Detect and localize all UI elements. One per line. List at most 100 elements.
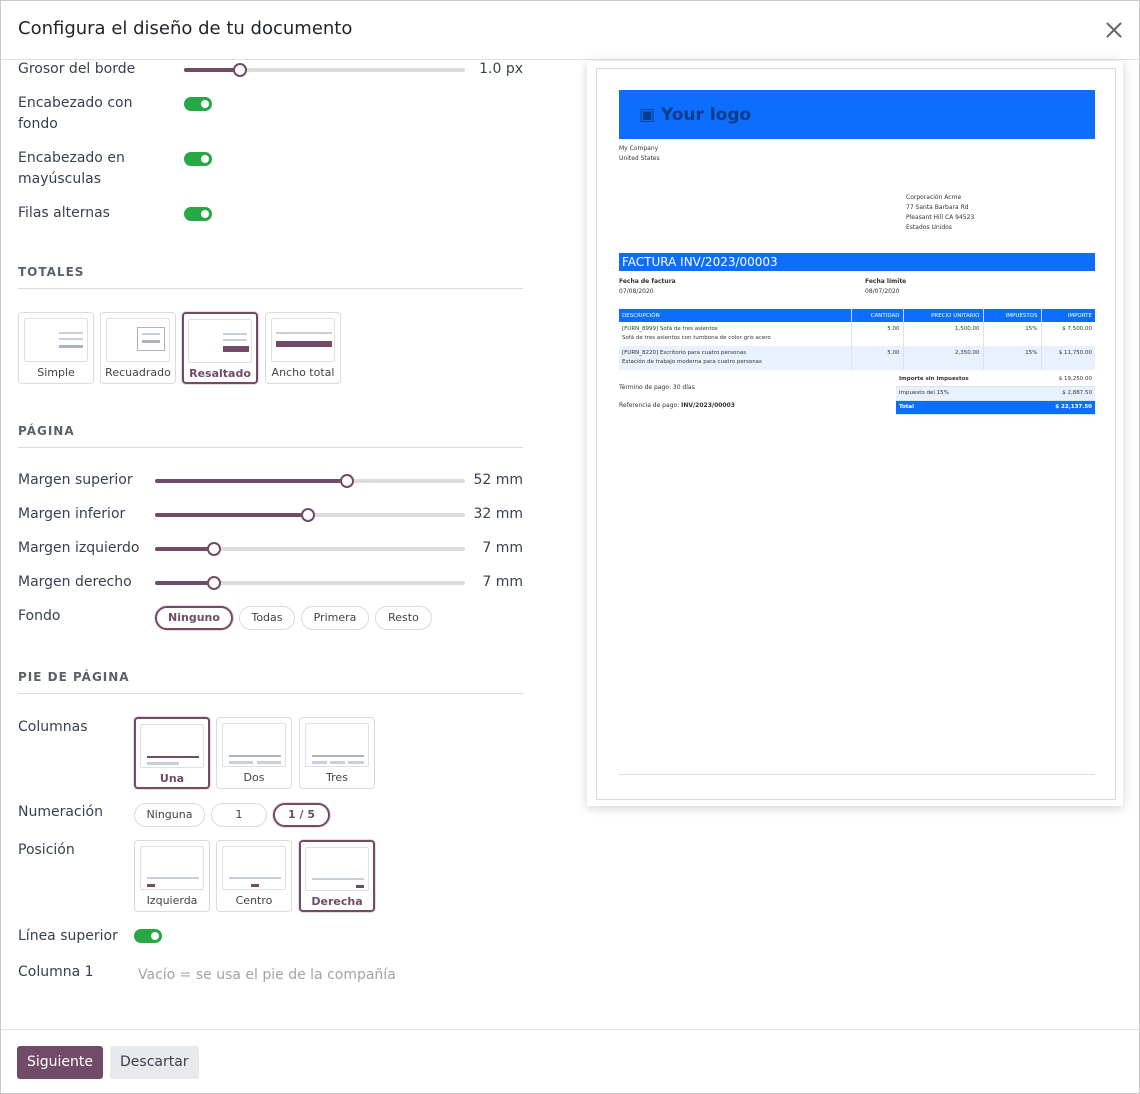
header-upper-label: Encabezado en mayúsculas — [18, 150, 125, 187]
invoice-date: 07/08/2020 — [619, 288, 654, 295]
totals-option-full-width[interactable]: Ancho total — [265, 312, 341, 384]
position-option-center[interactable]: Centro — [216, 840, 292, 912]
columns-option-one[interactable]: Una — [134, 717, 210, 789]
logo-banner: ▣ Your logo — [619, 90, 1095, 139]
columns-option-two[interactable]: Dos — [216, 717, 292, 789]
table-row: [FURN_8220] Escritorio para cuatro perso… — [619, 346, 1095, 370]
next-button[interactable]: Siguiente — [17, 1046, 104, 1079]
totals-option-boxed[interactable]: Recuadrado — [100, 312, 176, 384]
background-label: Fondo — [18, 608, 61, 624]
line-amount: $ 7,500.00 — [1062, 326, 1092, 332]
header-upper-toggle[interactable] — [184, 152, 212, 166]
due-date: 08/07/2020 — [865, 288, 900, 295]
margin-right-slider[interactable] — [155, 576, 465, 590]
option-label: Centro — [235, 894, 273, 907]
totals-label: Importe sin impuestos — [896, 372, 1024, 387]
totals-option-highlighted[interactable]: Resaltado — [182, 312, 258, 384]
slider-thumb[interactable] — [233, 63, 248, 77]
margin-right-label: Margen derecho — [18, 574, 132, 590]
totals-heading: TOTALES — [18, 265, 523, 289]
header-bg-label: Encabezado con fondo — [18, 95, 133, 132]
position-option-left[interactable]: Izquierda — [134, 840, 210, 912]
option-label: Una — [159, 772, 185, 785]
slider-thumb[interactable] — [206, 542, 221, 556]
dialog-title: Configura el diseño de tu documento — [18, 18, 353, 39]
margin-left-label: Margen izquierdo — [18, 540, 140, 556]
totals-label: Impuesto del 15% — [896, 386, 1024, 401]
option-label: Derecha — [311, 895, 363, 908]
totals-option-simple[interactable]: Simple — [18, 312, 94, 384]
numbering-option-1-of-5[interactable]: 1 / 5 — [273, 803, 330, 827]
totals-value: $ 22,137.50 — [1023, 400, 1095, 415]
discard-button[interactable]: Descartar — [110, 1046, 199, 1079]
table-header: PRECIO UNITARIO — [903, 309, 984, 322]
option-label: Tres — [326, 771, 348, 784]
column1-label: Columna 1 — [18, 964, 94, 980]
margin-bottom-slider[interactable] — [155, 508, 465, 522]
invoice-table: DESCRIPCIÓN CANTIDAD PRECIO UNITARIO IMP… — [619, 309, 1095, 370]
table-header: CANTIDAD — [851, 309, 904, 322]
logo-text: ▣ Your logo — [639, 105, 752, 125]
slider-thumb[interactable] — [206, 576, 221, 590]
invoice-date-label: Fecha de factura — [619, 278, 676, 285]
option-label: Dos — [243, 771, 265, 784]
table-row: [FURN_8999] Sofá de tres asientos Sofá de… — [619, 322, 1095, 346]
invoice-title: FACTURA INV/2023/00003 — [619, 253, 1095, 271]
table-header: IMPORTE — [1041, 309, 1095, 322]
numbering-label: Numeración — [18, 804, 103, 820]
customer-line: Pleasant Hill CA 94523 — [906, 214, 975, 221]
payment-reference: Referencia de pago: INV/2023/00003 — [619, 402, 735, 409]
customer-line: Corporación Acme — [906, 194, 962, 201]
background-option-all[interactable]: Todas — [239, 606, 295, 630]
line-desc: [FURN_8999] Sofá de tres asientos — [622, 326, 718, 332]
margin-top-value: 52 mm — [473, 472, 523, 488]
footer-heading: PIE DE PÁGINA — [18, 670, 523, 694]
border-width-value: 1.0 px — [479, 61, 523, 77]
line-price: 1,500.00 — [903, 322, 984, 346]
close-icon[interactable] — [1103, 19, 1125, 41]
top-line-toggle[interactable] — [134, 929, 162, 943]
logo-label: Your logo — [660, 105, 752, 125]
position-option-right[interactable]: Derecha — [299, 840, 375, 912]
option-label: Izquierda — [146, 894, 198, 907]
background-option-first[interactable]: Primera — [301, 606, 369, 630]
columns-option-three[interactable]: Tres — [299, 717, 375, 789]
line-desc: [FURN_8220] Escritorio para cuatro perso… — [622, 350, 747, 356]
line-qty: 5.00 — [851, 346, 904, 370]
due-date-label: Fecha límite — [865, 278, 907, 285]
company-country: United States — [619, 155, 660, 162]
background-option-rest[interactable]: Resto — [375, 606, 432, 630]
slider-thumb[interactable] — [301, 508, 316, 522]
option-label: Simple — [37, 366, 75, 379]
numbering-option-1[interactable]: 1 — [211, 803, 267, 827]
line-price: 2,350.00 — [903, 346, 984, 370]
border-width-slider[interactable] — [184, 63, 465, 77]
customer-line: Estados Unidos — [906, 224, 952, 231]
columns-label: Columnas — [18, 719, 88, 735]
margin-left-slider[interactable] — [155, 542, 465, 556]
table-header: DESCRIPCIÓN — [619, 309, 852, 322]
background-option-none[interactable]: Ninguno — [155, 606, 233, 630]
totals-table: Importe sin impuestos $ 19,250.00 Impuest… — [896, 372, 1095, 415]
margin-top-label: Margen superior — [18, 472, 133, 488]
line-tax: 15% — [983, 322, 1042, 346]
column1-input[interactable]: Vacío = se usa el pie de la compañía — [138, 967, 396, 983]
option-label: Ancho total — [271, 366, 335, 379]
margin-right-value: 7 mm — [482, 574, 523, 590]
line-amount: $ 11,750.00 — [1041, 346, 1095, 370]
document-preview: ▣ Your logo My Company United States Cor… — [587, 61, 1123, 806]
margin-top-slider[interactable] — [155, 474, 465, 488]
numbering-option-none[interactable]: Ninguna — [134, 803, 205, 827]
header-bg-toggle[interactable] — [184, 97, 212, 111]
dialog-header: Configura el diseño de tu documento — [1, 1, 1139, 60]
layout-dialog: Configura el diseño de tu documento Gros… — [0, 0, 1140, 1094]
totals-value: $ 2,887.50 — [1023, 386, 1095, 401]
line-desc-detail: Estación de trabajo moderna para cuatro … — [622, 359, 762, 365]
reference-value: INV/2023/00003 — [681, 402, 735, 409]
alt-rows-toggle[interactable] — [184, 207, 212, 221]
position-label: Posición — [18, 842, 75, 858]
slider-thumb[interactable] — [340, 474, 355, 488]
page-heading: PÁGINA — [18, 424, 523, 448]
border-width-label: Grosor del borde — [18, 61, 136, 77]
top-line-label: Línea superior — [18, 928, 118, 944]
